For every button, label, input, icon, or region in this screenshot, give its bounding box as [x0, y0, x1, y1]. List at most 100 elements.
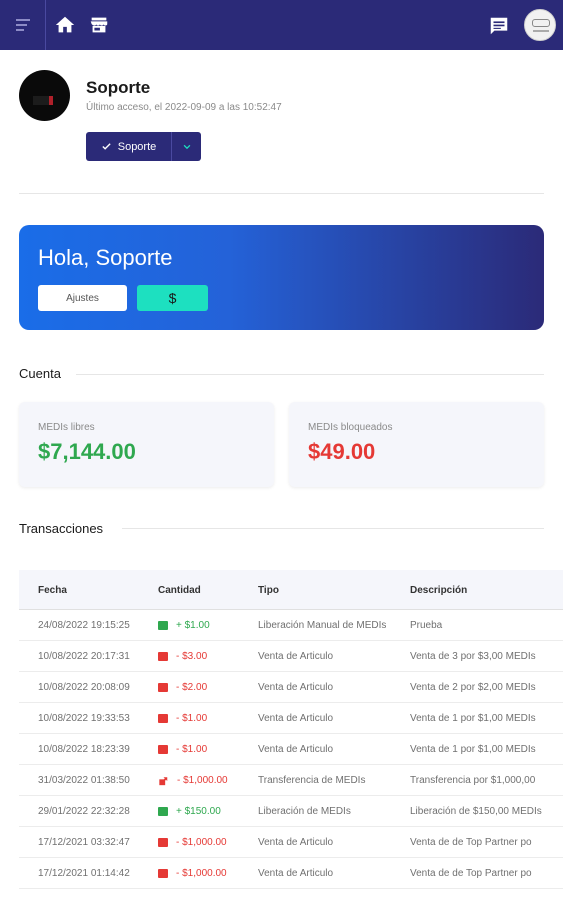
chat-icon[interactable]	[488, 15, 510, 37]
wallet-icon	[158, 714, 168, 723]
home-icon[interactable]	[54, 14, 76, 36]
welcome-title: Hola, Soporte	[38, 245, 173, 270]
section-divider	[122, 528, 544, 529]
role-button[interactable]: Soporte	[86, 132, 172, 161]
menu-icon-line	[15, 19, 30, 21]
table-row[interactable]: 29/01/2022 22:32:28 + $150.00 Liberación…	[19, 796, 563, 827]
settings-button[interactable]: Ajustes	[38, 285, 127, 311]
cell-amount: - $1.00	[158, 744, 207, 755]
account-avatar[interactable]	[524, 9, 556, 41]
welcome-banner: Hola, Soporte Ajustes $	[19, 225, 544, 330]
wallet-icon	[158, 652, 168, 661]
cell-description: Venta de 1 por $1,00 MEDIs	[410, 713, 536, 724]
cell-date: 17/12/2021 01:14:42	[38, 868, 130, 879]
cell-description: Venta de de Top Partner po	[410, 837, 532, 848]
amount-value: - $3.00	[176, 651, 208, 662]
cell-amount: - $1.00	[158, 713, 207, 724]
amount-value: - $1,000.00	[177, 775, 228, 786]
cell-date: 31/03/2022 01:38:50	[38, 775, 130, 786]
role-dropdown-toggle[interactable]	[172, 132, 201, 161]
cell-type: Venta de Articulo	[258, 713, 334, 724]
transactions-table: Fecha Cantidad Tipo Descripción 24/08/20…	[19, 570, 563, 900]
menu-icon-line	[15, 24, 27, 26]
cell-date: 10/08/2022 20:08:09	[38, 682, 130, 693]
role-split-button: Soporte	[86, 132, 201, 161]
store-icon[interactable]	[88, 14, 110, 36]
wallet-icon	[158, 683, 168, 692]
free-medis-value: $7,144.00	[38, 439, 136, 464]
cell-amount: - $1,000.00	[158, 775, 228, 786]
column-header-description[interactable]: Descripción	[410, 585, 467, 596]
transactions-section-title: Transacciones	[19, 521, 104, 536]
cell-amount: + $150.00	[158, 806, 221, 817]
table-row[interactable]: 17/12/2021 03:32:47 - $1,000.00 Venta de…	[19, 827, 563, 858]
cell-date: 24/08/2022 19:15:25	[38, 620, 130, 631]
free-medis-card: MEDIs libres $7,144.00	[19, 402, 274, 487]
cell-description: Liberación de $150,00 MEDIs	[410, 806, 542, 817]
cell-type: Venta de Articulo	[258, 868, 334, 879]
wallet-icon	[158, 838, 168, 847]
last-access-text: Último acceso, el 2022-09-09 a las 10:52…	[86, 102, 282, 113]
cell-amount: + $1.00	[158, 620, 210, 631]
column-header-amount[interactable]: Cantidad	[158, 585, 201, 596]
share-icon	[159, 776, 168, 785]
profile-avatar	[19, 70, 70, 121]
profile-name: Soporte	[86, 78, 151, 97]
column-header-date[interactable]: Fecha	[38, 585, 67, 596]
amount-value: - $1.00	[176, 713, 208, 724]
free-medis-label: MEDIs libres	[38, 422, 95, 433]
logo-mark-line	[533, 30, 549, 32]
table-row[interactable]: 10/08/2022 20:08:09 - $2.00 Venta de Art…	[19, 672, 563, 703]
amount-value: + $1.00	[176, 620, 210, 631]
cell-amount: - $2.00	[158, 682, 207, 693]
locked-medis-card: MEDIs bloqueados $49.00	[289, 402, 544, 487]
cell-type: Venta de Articulo	[258, 744, 334, 755]
cell-amount: - $3.00	[158, 651, 207, 662]
cell-date: 29/01/2022 22:32:28	[38, 806, 130, 817]
cell-description: Venta de 2 por $2,00 MEDIs	[410, 682, 536, 693]
cell-description: Prueba	[410, 620, 443, 631]
chevron-down-icon	[183, 144, 190, 149]
locked-medis-label: MEDIs bloqueados	[308, 422, 393, 433]
account-section-title: Cuenta	[19, 366, 61, 381]
cell-date: 10/08/2022 19:33:53	[38, 713, 130, 724]
amount-value: - $1,000.00	[176, 837, 227, 848]
table-row[interactable]: 17/12/2021 01:14:42 - $1,000.00 Venta de…	[19, 858, 563, 889]
locked-medis-value: $49.00	[308, 439, 376, 464]
check-icon	[102, 143, 111, 150]
money-icon	[158, 807, 168, 816]
cell-type: Venta de Articulo	[258, 682, 334, 693]
cell-date: 10/08/2022 18:23:39	[38, 744, 130, 755]
wallet-icon	[158, 745, 168, 754]
table-header: Fecha Cantidad Tipo Descripción	[19, 570, 563, 610]
cell-type: Transferencia de MEDIs	[258, 775, 366, 786]
logo-mark	[532, 19, 550, 27]
cell-type: Venta de Articulo	[258, 651, 334, 662]
menu-button[interactable]	[0, 0, 46, 50]
table-row[interactable]: 10/08/2022 20:17:31 - $3.00 Venta de Art…	[19, 641, 563, 672]
amount-value: - $1,000.00	[176, 868, 227, 879]
cell-date: 17/12/2021 03:32:47	[38, 837, 130, 848]
table-row[interactable]: 24/08/2022 19:15:25 + $1.00 Liberación M…	[19, 610, 563, 641]
role-button-label: Soporte	[117, 140, 157, 153]
cell-date: 10/08/2022 20:17:31	[38, 651, 130, 662]
amount-value: + $150.00	[176, 806, 221, 817]
top-app-bar	[0, 0, 563, 50]
currency-button[interactable]: $	[137, 285, 208, 311]
cell-type: Liberación de MEDIs	[258, 806, 351, 817]
table-row[interactable]: 10/08/2022 18:23:39 - $1.00 Venta de Art…	[19, 734, 563, 765]
money-icon	[158, 621, 168, 630]
column-header-type[interactable]: Tipo	[258, 585, 279, 596]
avatar-graphic	[33, 96, 53, 105]
cell-description: Venta de 1 por $1,00 MEDIs	[410, 744, 536, 755]
wallet-icon	[158, 869, 168, 878]
cell-type: Liberación Manual de MEDIs	[258, 620, 387, 631]
table-row[interactable]: 31/03/2022 01:38:50 - $1,000.00 Transfer…	[19, 765, 563, 796]
table-row[interactable]: 10/08/2022 19:33:53 - $1.00 Venta de Art…	[19, 703, 563, 734]
section-divider	[76, 374, 544, 375]
amount-value: - $2.00	[176, 682, 208, 693]
divider	[19, 193, 544, 194]
cell-amount: - $1,000.00	[158, 868, 227, 879]
amount-value: - $1.00	[176, 744, 208, 755]
cell-type: Venta de Articulo	[258, 837, 334, 848]
